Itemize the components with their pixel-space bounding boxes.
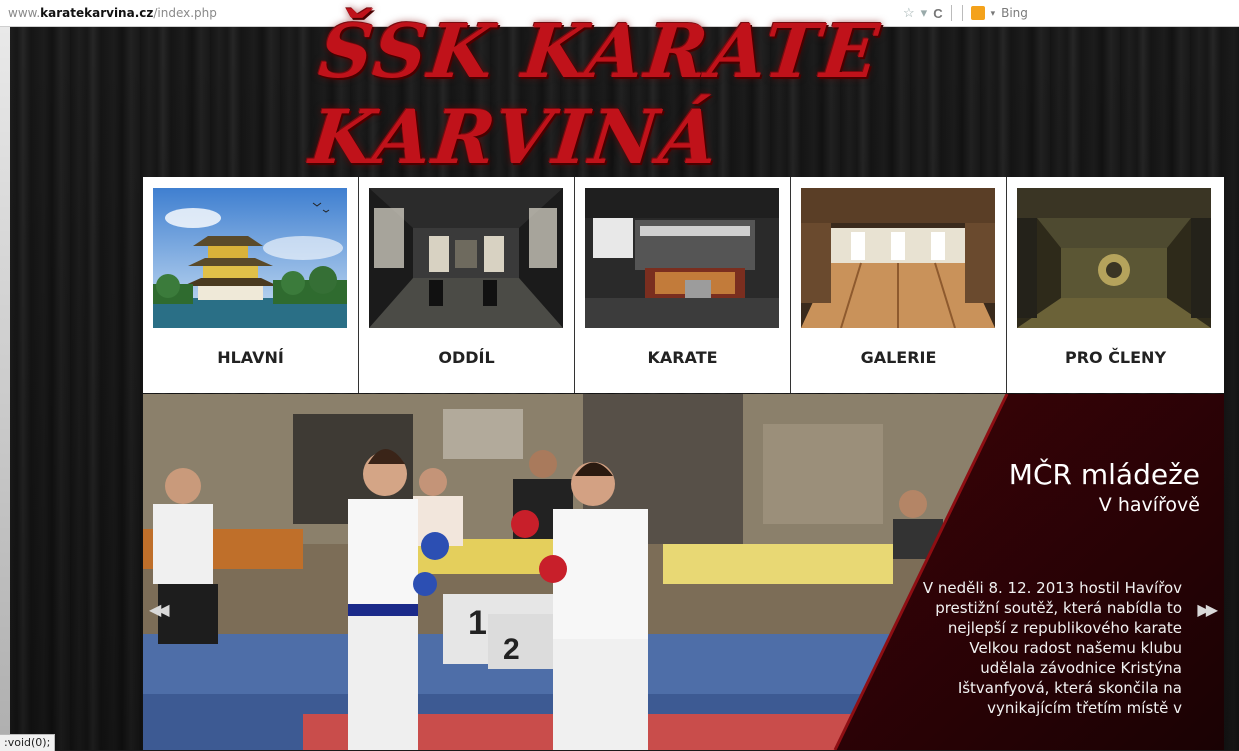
main-navigation: HLAVNÍ ODDÍL KARATE GALERIE PRO ČLENY	[143, 177, 1224, 393]
nav-item-karate[interactable]: KARATE	[575, 177, 791, 393]
site-logo[interactable]: ŠSK KARATE KARVINÁ	[306, 9, 1081, 181]
next-slide-icon[interactable]: ▶▶	[1197, 600, 1218, 620]
nav-item-hlavni[interactable]: HLAVNÍ	[143, 177, 359, 393]
nav-label-galerie: GALERIE	[860, 348, 937, 367]
dojo-dark-thumbnail	[369, 188, 563, 328]
nav-item-oddil[interactable]: ODDÍL	[359, 177, 575, 393]
temple-thumbnail	[153, 188, 347, 328]
nav-label-hlavni: HLAVNÍ	[217, 348, 284, 367]
nav-label-oddil: ODDÍL	[438, 348, 495, 367]
left-edge	[0, 27, 10, 750]
address-bar[interactable]: www.karatekarvina.cz/index.php	[8, 6, 217, 20]
dojo-golden-thumbnail	[1017, 188, 1211, 328]
slide-title: MČR mládeže	[1008, 458, 1200, 491]
url-host: karatekarvina.cz	[40, 6, 154, 20]
url-path: /index.php	[153, 6, 217, 20]
browser-status-bar: :void(0);	[0, 734, 56, 751]
nav-item-pro-cleny[interactable]: PRO ČLENY	[1007, 177, 1224, 393]
previous-slide-icon[interactable]: ◀◀	[149, 600, 170, 620]
nav-item-galerie[interactable]: GALERIE	[791, 177, 1007, 393]
slide-subtitle: V havířově	[1098, 494, 1200, 516]
dojo-floor-thumbnail	[801, 188, 995, 328]
slide-body-text: V neděli 8. 12. 2013 hostil Havířov pres…	[922, 579, 1182, 717]
dojo-hall-thumbnail	[585, 188, 779, 328]
nav-label-karate: KARATE	[647, 348, 718, 367]
url-prefix: www.	[8, 6, 41, 20]
news-slider: 1 2 MČR mládeže V havířově V neděli 8. 1…	[143, 394, 1224, 750]
nav-label-pro-cleny: PRO ČLENY	[1064, 348, 1167, 367]
